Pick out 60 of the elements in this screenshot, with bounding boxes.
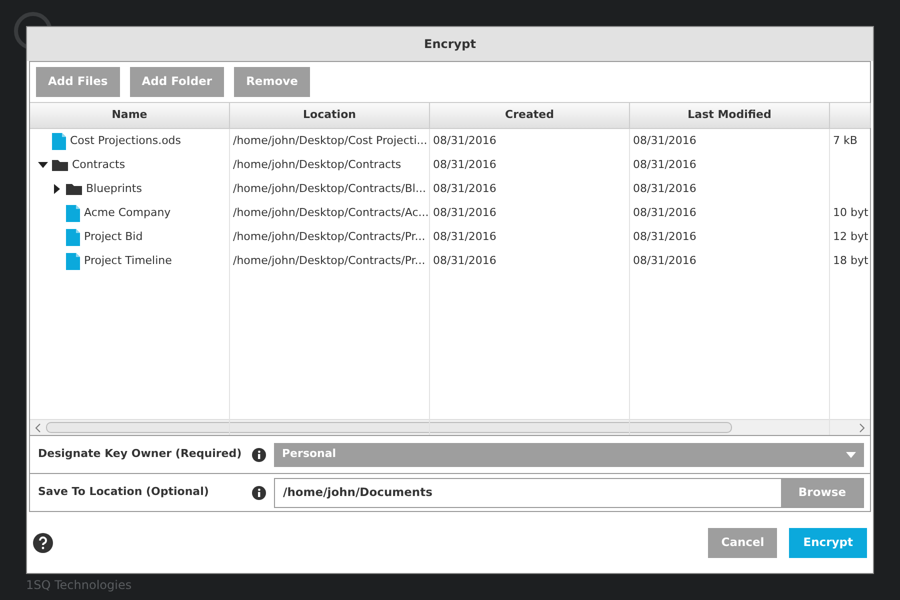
cancel-button[interactable]: Cancel	[708, 528, 778, 558]
info-icon	[252, 448, 266, 462]
horizontal-scrollbar[interactable]	[30, 419, 870, 435]
location-text: /home/john/Desktop/Cost Projecti...	[233, 132, 428, 149]
field-label: Designate Key Owner (Required)	[38, 446, 243, 462]
file-name: Project Bid	[84, 228, 143, 245]
location-text: /home/john/Desktop/Contracts/Bl...	[233, 180, 426, 197]
folder-icon	[66, 183, 82, 195]
company-name: 1SQ Technologies	[26, 577, 132, 594]
file-size: 7 kB	[833, 132, 858, 149]
remove-button[interactable]: Remove	[234, 67, 310, 97]
modified-date: 08/31/2016	[633, 156, 696, 173]
file-name: Cost Projections.ods	[70, 132, 182, 149]
file-icon	[66, 228, 80, 246]
modified-date: 08/31/2016	[633, 180, 696, 197]
key-owner-dropdown[interactable]: Personal	[274, 442, 864, 466]
column-header[interactable]: Name	[30, 103, 230, 128]
save-location-field[interactable]: /home/john/Documents Browse	[274, 478, 864, 508]
file-name: Blueprints	[86, 180, 142, 197]
location-text: /home/john/Desktop/Contracts	[233, 156, 402, 173]
dialog-title: Encrypt	[27, 27, 873, 61]
created-date: 08/31/2016	[433, 180, 496, 197]
created-date: 08/31/2016	[433, 252, 496, 269]
add-files-button[interactable]: Add Files	[36, 67, 120, 97]
browse-button[interactable]: Browse	[781, 478, 863, 506]
field-label: Save To Location (Optional)	[38, 484, 210, 500]
location-text: /home/john/Desktop/Contracts/Pr...	[233, 228, 426, 245]
created-date: 08/31/2016	[433, 204, 496, 221]
help-icon[interactable]	[33, 532, 53, 552]
scroll-thumb[interactable]	[46, 422, 732, 433]
created-date: 08/31/2016	[433, 132, 496, 149]
file-name: Contracts	[72, 156, 126, 173]
location-text: /home/john/Desktop/Contracts/Ac...	[233, 204, 429, 221]
column-header[interactable]: Created	[430, 103, 630, 128]
file-name: Project Timeline	[84, 252, 172, 269]
column-header[interactable]: Location	[230, 103, 430, 128]
column-header[interactable]: Last Modified	[630, 103, 830, 128]
file-size: 12 byt	[833, 228, 868, 245]
file-icon	[66, 252, 80, 270]
folder-icon	[52, 159, 68, 171]
add-folder-button[interactable]: Add Folder	[130, 67, 224, 97]
info-icon	[252, 486, 266, 500]
file-name: Acme Company	[84, 204, 171, 221]
expand-arrow-icon[interactable]	[52, 184, 62, 194]
location-text: /home/john/Desktop/Contracts/Pr...	[233, 252, 426, 269]
expand-arrow-icon[interactable]	[38, 160, 48, 170]
encrypt-button[interactable]: Encrypt	[789, 528, 867, 558]
modified-date: 08/31/2016	[633, 204, 696, 221]
modified-date: 08/31/2016	[633, 132, 696, 149]
created-date: 08/31/2016	[433, 156, 496, 173]
scroll-right-icon[interactable]	[858, 422, 866, 432]
modified-date: 08/31/2016	[633, 252, 696, 269]
caret-icon	[846, 452, 856, 458]
file-size: 10 byt	[833, 204, 868, 221]
file-size: 18 byt	[833, 252, 868, 269]
modified-date: 08/31/2016	[633, 228, 696, 245]
scroll-left-icon[interactable]	[34, 422, 42, 432]
created-date: 08/31/2016	[433, 228, 496, 245]
file-icon	[66, 204, 80, 222]
file-icon	[52, 132, 66, 150]
